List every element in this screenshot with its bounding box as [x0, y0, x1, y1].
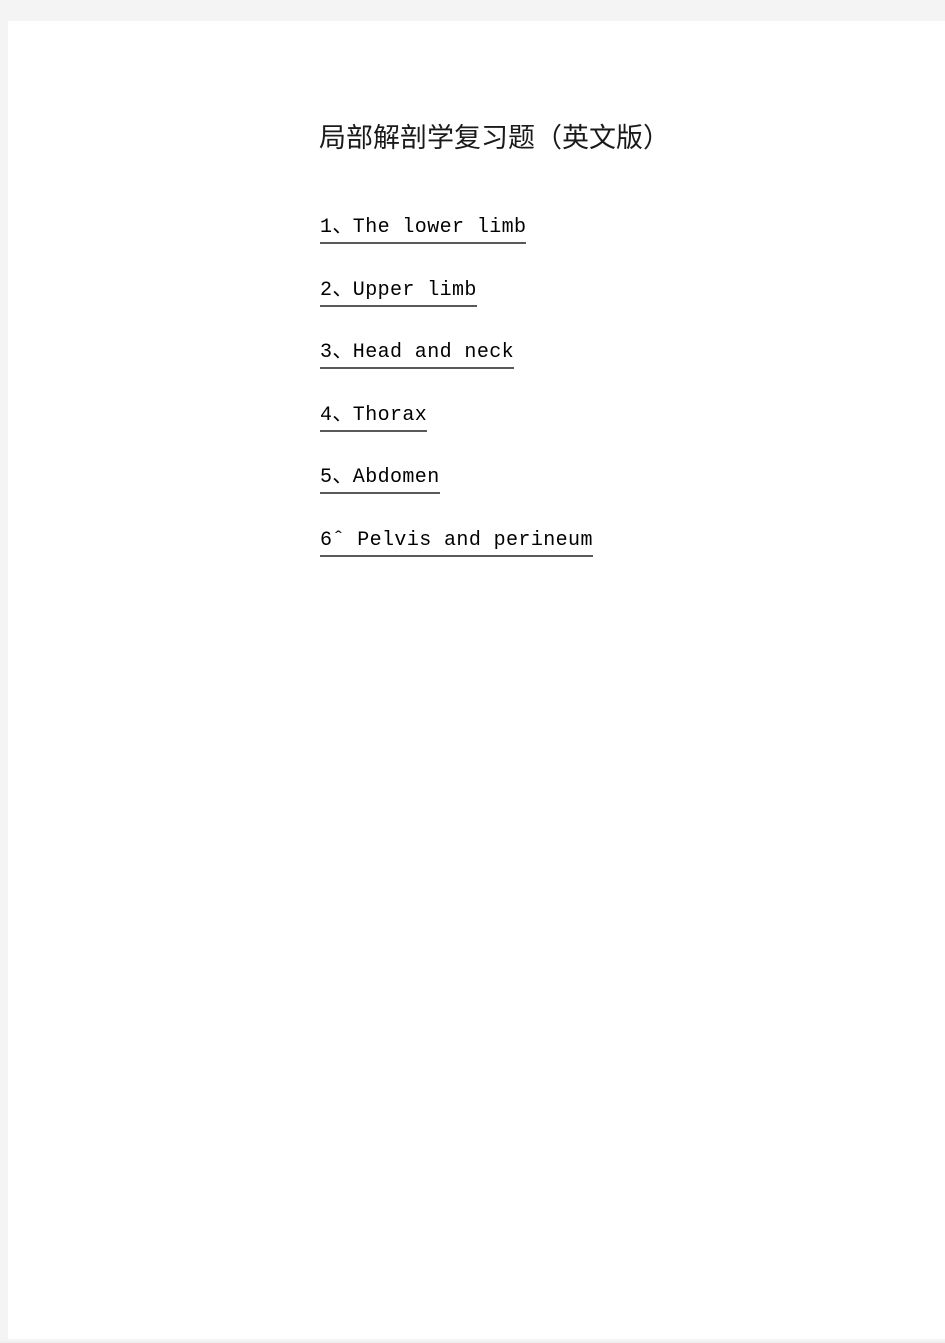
toc-link-abdomen[interactable]: 5、Abdomen — [320, 465, 440, 494]
toc-link-the-lower-limb[interactable]: 1、The lower limb — [320, 215, 527, 244]
list-item: 6ˆ Pelvis and perineum — [320, 528, 593, 591]
list-item: 5、Abdomen — [320, 465, 593, 528]
document-page-sheet: 局部解剖学复习题（英文版） 1、The lower limb 2、Upper l… — [8, 21, 945, 1339]
toc-link-pelvis-and-perineum[interactable]: 6ˆ Pelvis and perineum — [320, 528, 593, 557]
toc-link-thorax[interactable]: 4、Thorax — [320, 403, 428, 432]
table-of-contents-list: 1、The lower limb 2、Upper limb 3、Head and… — [320, 215, 593, 590]
toc-link-head-and-neck[interactable]: 3、Head and neck — [320, 340, 515, 369]
page-title: 局部解剖学复习题（英文版） — [319, 123, 670, 155]
list-item: 4、Thorax — [320, 403, 593, 466]
list-item: 1、The lower limb — [320, 215, 593, 278]
list-item: 3、Head and neck — [320, 340, 593, 403]
list-item: 2、Upper limb — [320, 278, 593, 341]
toc-link-upper-limb[interactable]: 2、Upper limb — [320, 278, 477, 307]
